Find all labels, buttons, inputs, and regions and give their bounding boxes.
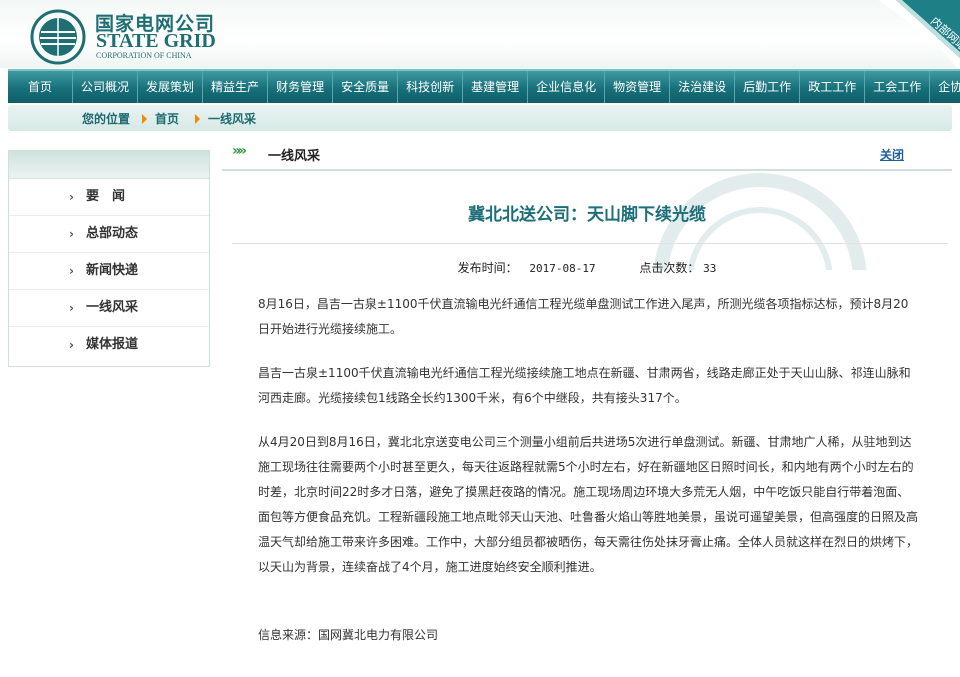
- breadcrumb-current-link[interactable]: 一线风采: [208, 110, 256, 127]
- site-header: 国家电网公司 STATE GRID CORPORATION OF CHINA 内…: [0, 0, 960, 72]
- chevron-right-icon: ›: [69, 338, 74, 352]
- sidebar-item-label: 一线风采: [86, 300, 139, 315]
- breadcrumb-arrow-icon: [142, 114, 147, 124]
- double-chevron-icon: »»: [232, 143, 247, 159]
- intranet-badge: 内部网站: [878, 0, 960, 72]
- sidebar-item-news-express[interactable]: › 新闻快递: [9, 253, 209, 290]
- chevron-right-icon: ›: [69, 301, 74, 315]
- chevron-right-icon: ›: [69, 227, 74, 241]
- sidebar: › 要 闻 › 总部动态 › 新闻快递 › 一线风采 › 媒体报道: [8, 150, 210, 367]
- breadcrumb-home-link[interactable]: 首页: [155, 110, 179, 127]
- article-title: 冀北北送公司：天山脚下续光缆: [468, 205, 706, 225]
- nav-item[interactable]: 企协信息: [930, 71, 960, 103]
- sidebar-item-headquarters[interactable]: › 总部动态: [9, 216, 209, 253]
- article-paragraph: 8月16日，昌吉一古泉±1100千伏直流输电光纤通信工程光缆单盘测试工作进入尾声…: [258, 297, 909, 336]
- sidebar-item-label: 新闻快递: [86, 263, 139, 278]
- sidebar-item-frontline[interactable]: › 一线风采: [9, 290, 209, 327]
- nav-item[interactable]: 工会工作: [865, 71, 931, 103]
- nav-item[interactable]: 法治建设: [670, 71, 736, 103]
- content-header: »» 一线风采 关闭: [222, 139, 952, 171]
- logo-en-sub-text: CORPORATION OF CHINA: [96, 51, 192, 60]
- nav-item[interactable]: 发展策划: [138, 71, 204, 103]
- nav-item[interactable]: 财务管理: [268, 71, 334, 103]
- sidebar-header: [9, 151, 209, 179]
- article-paragraph: 昌吉一古泉±1100千伏直流输电光纤通信工程光缆接续施工地点在新疆、甘肃两省，线…: [258, 366, 911, 405]
- nav-item[interactable]: 科技创新: [398, 71, 464, 103]
- article-source: 信息来源：国网冀北电力有限公司: [258, 628, 439, 642]
- chevron-right-icon: ›: [69, 264, 74, 278]
- nav-item[interactable]: 企业信息化: [528, 71, 606, 103]
- section-title: 一线风采: [268, 149, 321, 164]
- breadcrumb-label: 您的位置: [82, 112, 131, 126]
- state-grid-logo-icon: [30, 9, 86, 65]
- sidebar-item-label: 总部动态: [86, 226, 139, 241]
- clicks-label: 点击次数：: [639, 261, 700, 275]
- nav-item[interactable]: 安全质量: [333, 71, 399, 103]
- chevron-right-icon: ›: [69, 190, 74, 204]
- nav-item[interactable]: 精益生产: [203, 71, 269, 103]
- nav-item[interactable]: 首页: [8, 71, 74, 103]
- nav-item[interactable]: 物资管理: [605, 71, 671, 103]
- publish-label: 发布时间：: [457, 261, 518, 275]
- publish-date: 2017-08-17: [529, 262, 596, 275]
- main-nav: 首页 公司概况 发展策划 精益生产 财务管理 安全质量 科技创新 基建管理 企业信息化 物资管理法…: [8, 69, 960, 103]
- article-meta: 发布时间： 2017-08-17 点击次数： 33: [222, 259, 952, 276]
- nav-item[interactable]: 公司概况: [73, 71, 139, 103]
- divider: [232, 243, 948, 244]
- close-link[interactable]: 关闭: [880, 146, 904, 163]
- nav-item[interactable]: 基建管理: [463, 71, 529, 103]
- article-paragraph: 从4月20日到8月16日，冀北北京送变电公司三个测量小组前后共进场5次进行单盘测…: [258, 435, 919, 574]
- sidebar-item-yaowen[interactable]: › 要 闻: [9, 179, 209, 216]
- sidebar-item-label: 要 闻: [86, 189, 126, 204]
- sidebar-item-label: 媒体报道: [86, 337, 139, 352]
- clicks-count: 33: [703, 262, 717, 275]
- logo-en-text: STATE GRID: [96, 30, 216, 52]
- breadcrumb-arrow-icon: [195, 114, 200, 124]
- nav-item[interactable]: 政工工作: [800, 71, 866, 103]
- breadcrumb: 您的位置 首页 一线风采: [8, 105, 952, 131]
- sidebar-item-media[interactable]: › 媒体报道: [9, 327, 209, 363]
- nav-item[interactable]: 后勤工作: [735, 71, 801, 103]
